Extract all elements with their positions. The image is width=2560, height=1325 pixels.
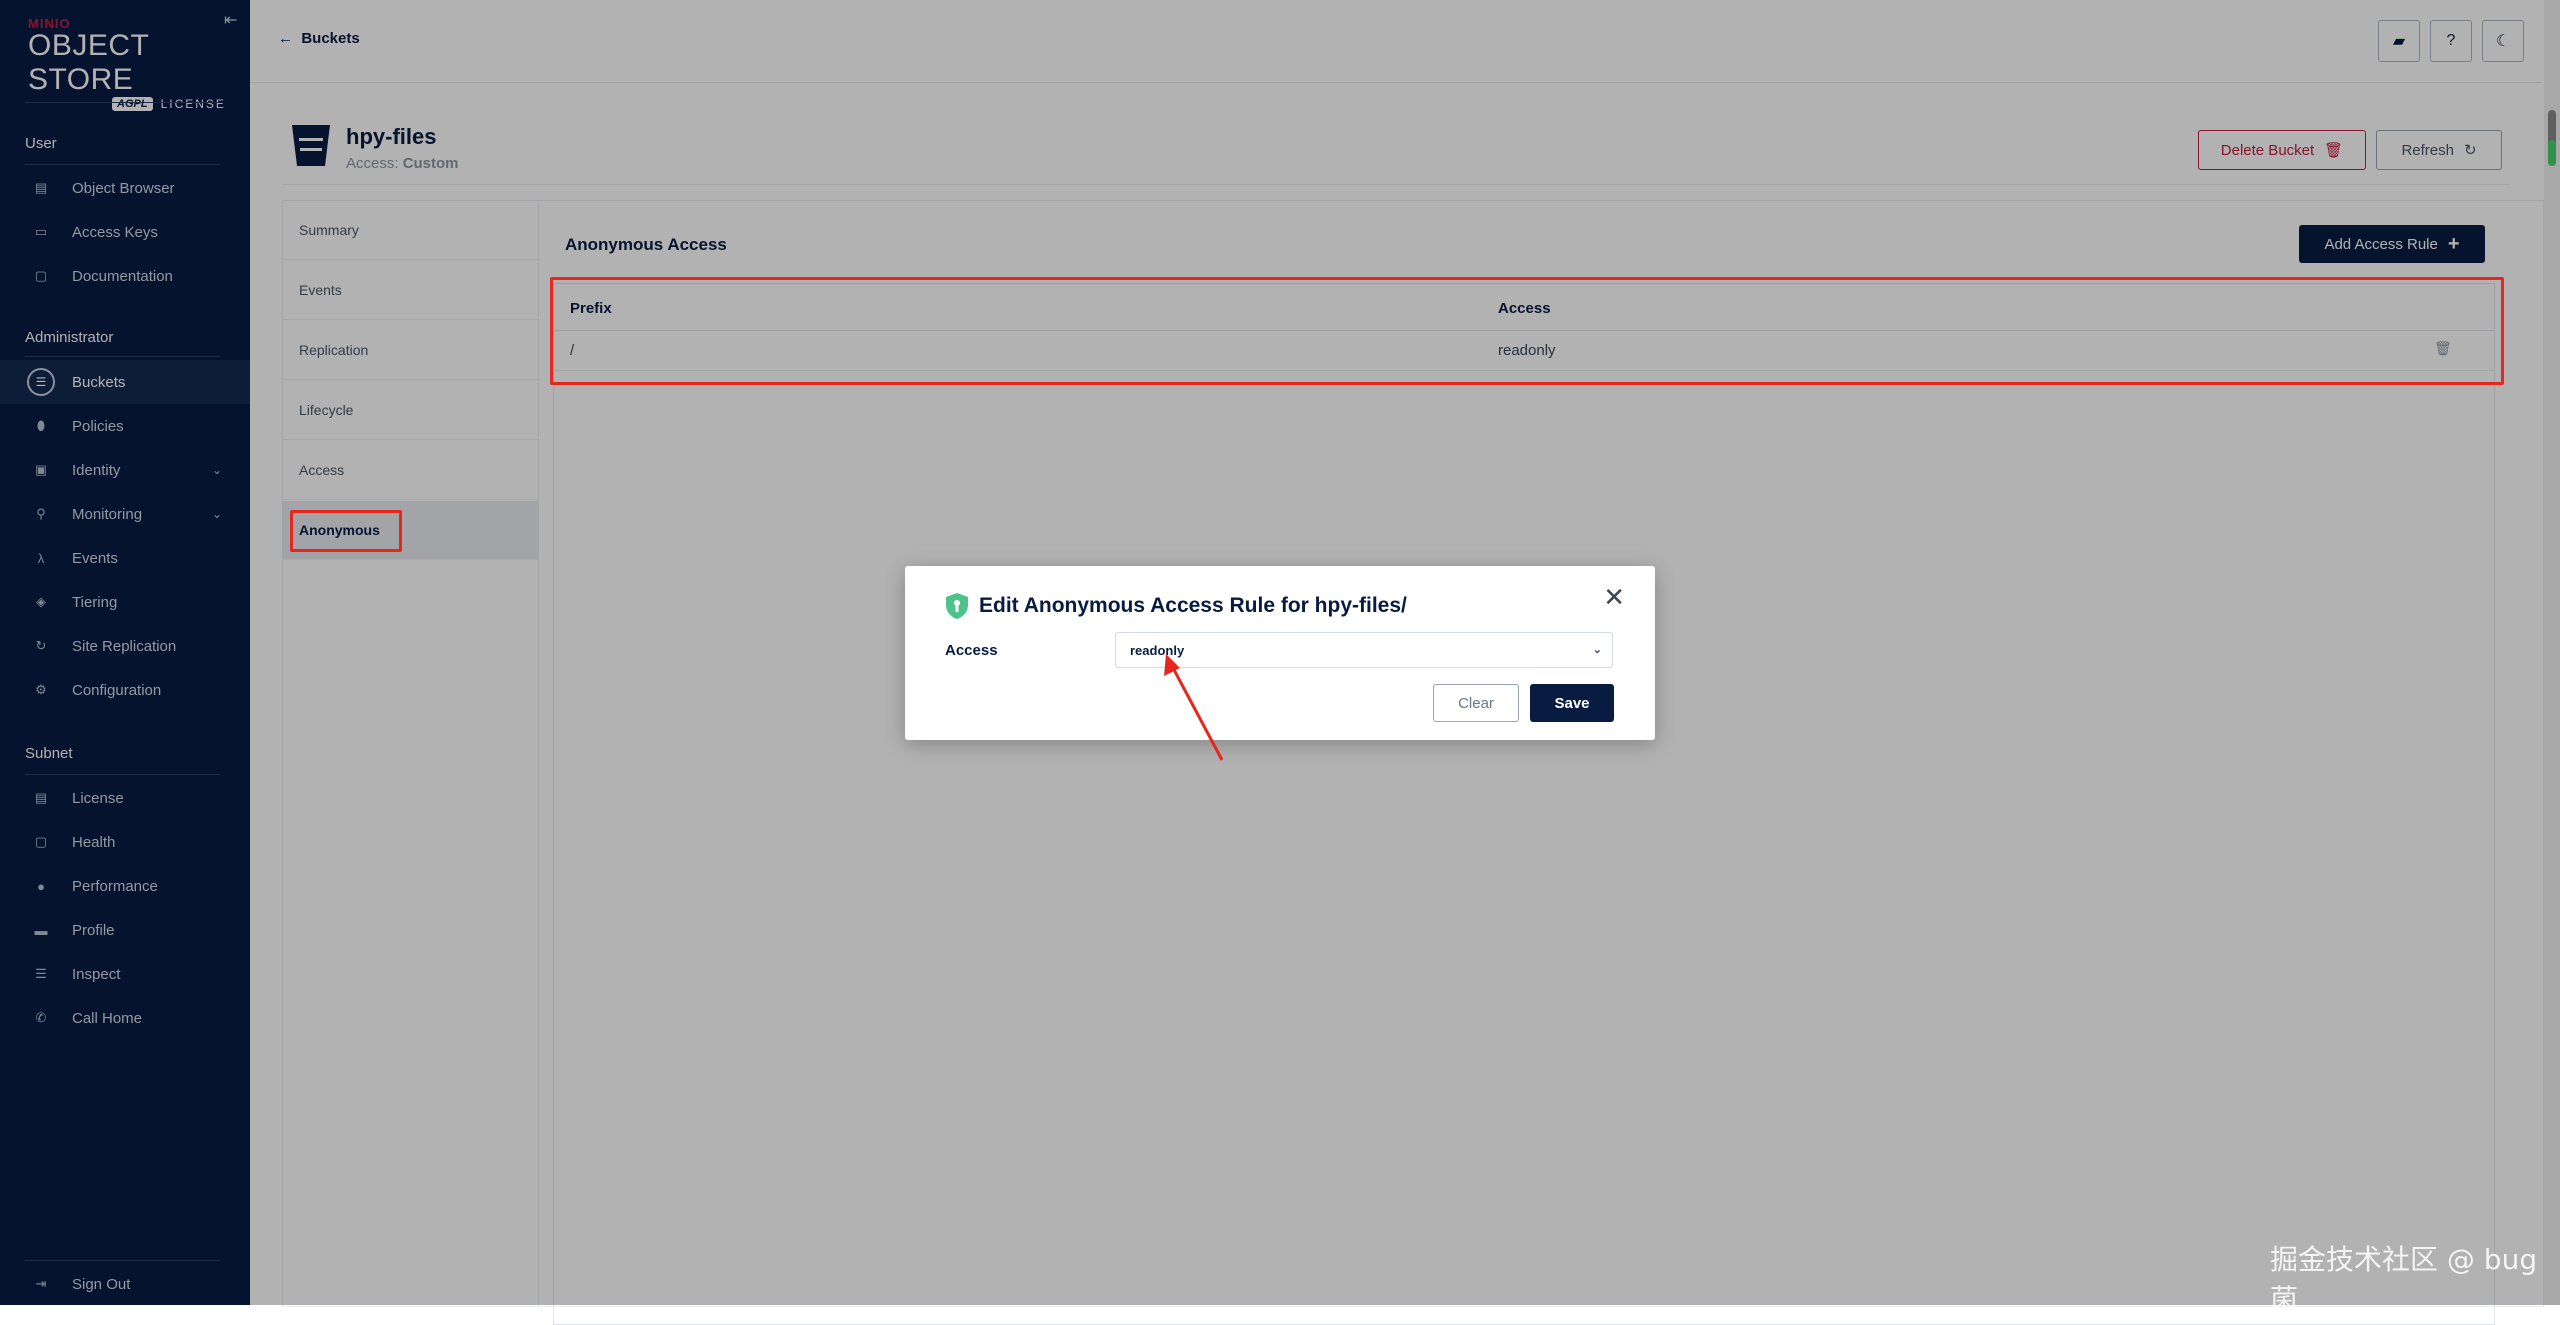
annotation-arrow <box>1164 654 1224 761</box>
watermark-text: 掘金技术社区 @ bug菌 <box>2270 1243 2538 1316</box>
